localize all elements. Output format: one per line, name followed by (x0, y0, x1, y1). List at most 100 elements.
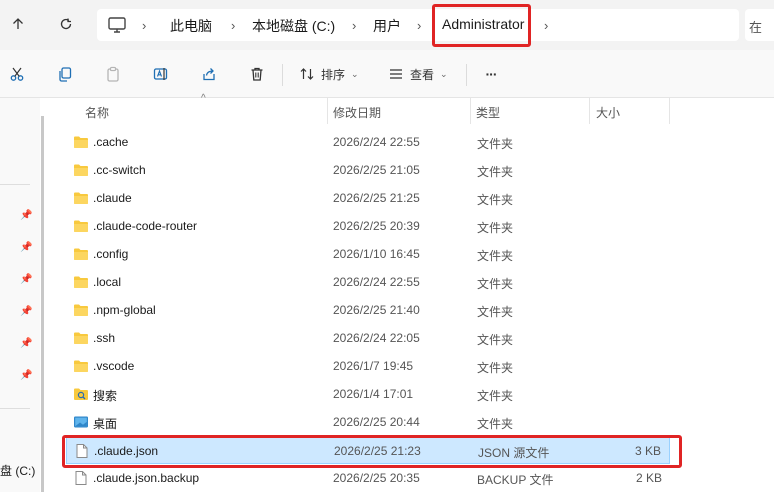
file-name: .claude (93, 191, 132, 205)
refresh-button[interactable] (52, 10, 80, 38)
folder-icon (73, 302, 89, 318)
file-row[interactable]: 桌面 2026/2/25 20:44 文件夹 (66, 408, 670, 436)
file-row[interactable]: .vscode 2026/1/7 19:45 文件夹 (66, 352, 670, 380)
pane-divider (0, 408, 30, 409)
file-type: 文件夹 (477, 417, 514, 431)
share-icon (203, 68, 215, 81)
folder-icon (73, 190, 89, 206)
nav-item-local-disk[interactable]: 盘 (C:) (0, 462, 35, 479)
more-options-button[interactable]: ··· (478, 62, 504, 86)
file-row[interactable]: 搜索 2026/1/4 17:01 文件夹 (66, 380, 670, 408)
file-name: .ssh (93, 331, 116, 345)
pin-icon[interactable]: 📌 (20, 210, 32, 222)
file-row[interactable]: .cc-switch 2026/2/25 21:05 文件夹 (66, 156, 670, 184)
sort-icon (300, 68, 314, 80)
column-type[interactable]: 类型 (476, 104, 500, 121)
breadcrumb-local-disk[interactable]: 本地磁盘 (C:) (252, 16, 335, 36)
scissors-icon (10, 67, 24, 81)
search-placeholder: 在 (749, 20, 763, 35)
file-row[interactable]: .local 2026/2/24 22:55 文件夹 (66, 268, 670, 296)
file-modified-date: 2026/2/24 22:05 (333, 331, 420, 345)
navigation-bar: › 此电脑 › 本地磁盘 (C:) › 用户 › Administrator ›… (0, 0, 774, 50)
up-arrow-icon (13, 18, 23, 29)
search-folder-icon (73, 386, 89, 402)
vertical-scrollbar[interactable] (41, 116, 44, 492)
folder-icon (73, 358, 89, 374)
chevron-right-icon: › (231, 18, 236, 33)
column-divider[interactable] (327, 98, 328, 124)
column-name[interactable]: 名称 (85, 104, 109, 121)
file-modified-date: 2026/2/25 20:44 (333, 415, 420, 429)
file-icon (73, 470, 89, 486)
column-divider[interactable] (669, 98, 670, 124)
chevron-down-icon: ⌄ (440, 68, 448, 79)
view-button[interactable]: 查看 ⌄ (388, 62, 454, 86)
file-modified-date: 2026/2/25 21:05 (333, 163, 420, 177)
folder-icon (73, 274, 89, 290)
breadcrumb-administrator[interactable]: Administrator (442, 16, 524, 32)
file-modified-date: 2026/2/24 22:55 (333, 135, 420, 149)
breadcrumb-this-pc[interactable]: 此电脑 (170, 16, 212, 36)
pin-icon[interactable]: 📌 (20, 306, 32, 318)
delete-button[interactable] (245, 62, 269, 86)
sort-button[interactable]: 排序 ⌄ (299, 62, 365, 86)
search-input[interactable]: 在 (745, 9, 774, 41)
file-name: .claude.json.backup (93, 471, 200, 485)
file-row[interactable]: .ssh 2026/2/24 22:05 文件夹 (66, 324, 670, 352)
pin-icon[interactable]: 📌 (20, 370, 32, 382)
sort-ascending-icon: ^ (201, 93, 206, 104)
file-size: 3 KB (634, 444, 661, 458)
view-label: 查看 (410, 67, 435, 82)
chevron-right-icon: › (352, 18, 357, 33)
file-name: .claude.json (94, 444, 159, 458)
pin-icon[interactable]: 📌 (20, 242, 32, 254)
file-row[interactable]: .config 2026/1/10 16:45 文件夹 (66, 240, 670, 268)
file-row[interactable]: .claude.json 2026/2/25 21:23 JSON 源文件 3 … (66, 436, 670, 464)
up-arrow-button[interactable] (4, 10, 32, 38)
toolbar-divider (466, 64, 467, 86)
file-modified-date: 2026/2/25 21:40 (333, 303, 420, 317)
column-date[interactable]: 修改日期 (333, 104, 381, 121)
pin-icon[interactable]: 📌 (20, 274, 32, 286)
folder-icon (73, 246, 89, 262)
copy-icon (59, 67, 72, 82)
file-modified-date: 2026/2/25 21:23 (334, 444, 421, 458)
file-name: .config (93, 247, 129, 261)
file-modified-date: 2026/2/25 21:25 (333, 191, 420, 205)
file-row[interactable]: .npm-global 2026/2/25 21:40 文件夹 (66, 296, 670, 324)
rename-icon (153, 68, 168, 80)
file-row[interactable]: .claude-code-router 2026/2/25 20:39 文件夹 (66, 212, 670, 240)
chevron-right-icon[interactable]: › (544, 18, 548, 33)
column-size[interactable]: 大小 (596, 104, 620, 121)
file-name: .cc-switch (93, 163, 146, 177)
address-bar[interactable]: › 此电脑 › 本地磁盘 (C:) › 用户 › Administrator › (97, 9, 739, 41)
cut-button[interactable] (5, 62, 29, 86)
file-modified-date: 2026/1/10 16:45 (333, 247, 420, 261)
chevron-down-icon: ⌄ (351, 68, 359, 79)
file-name: 搜索 (93, 389, 118, 403)
file-size: 2 KB (635, 471, 662, 485)
file-type: 文件夹 (477, 277, 514, 291)
file-row[interactable]: .claude.json.backup 2026/2/25 20:35 BACK… (66, 464, 670, 492)
view-list-icon (390, 69, 402, 79)
share-button[interactable] (197, 62, 221, 86)
paste-button[interactable] (101, 62, 125, 86)
file-type: 文件夹 (477, 333, 514, 347)
rename-button[interactable] (149, 62, 173, 86)
breadcrumb-users[interactable]: 用户 (373, 16, 401, 36)
column-divider[interactable] (589, 98, 590, 124)
file-row[interactable]: .claude 2026/2/25 21:25 文件夹 (66, 184, 670, 212)
file-type: 文件夹 (477, 221, 514, 235)
file-name: .vscode (93, 359, 135, 373)
column-divider[interactable] (470, 98, 471, 124)
file-type: 文件夹 (477, 305, 514, 319)
folder-icon (73, 134, 89, 150)
folder-icon (73, 218, 89, 234)
file-row[interactable]: .cache 2026/2/24 22:55 文件夹 (66, 128, 670, 156)
folder-icon (73, 330, 89, 346)
pane-divider (0, 184, 30, 185)
pin-icon[interactable]: 📌 (20, 338, 32, 350)
copy-button[interactable] (53, 62, 77, 86)
file-name: 桌面 (93, 417, 118, 431)
column-header: ^ 名称 修改日期 类型 大小 (70, 93, 670, 124)
